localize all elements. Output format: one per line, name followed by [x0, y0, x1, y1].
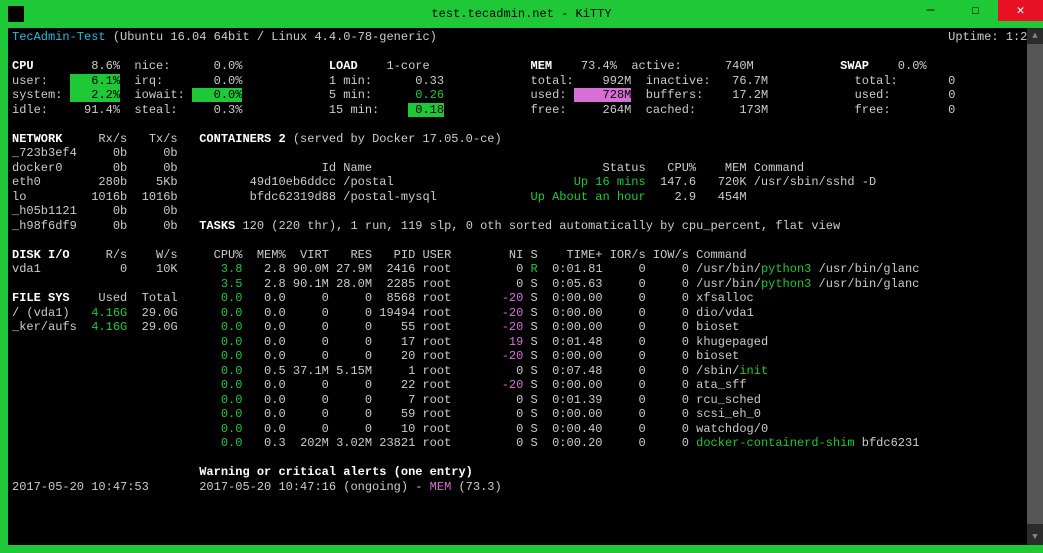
minimize-button[interactable]: ─	[908, 0, 953, 21]
app-icon	[8, 6, 24, 22]
close-button[interactable]: ✕	[998, 0, 1043, 21]
terminal-output[interactable]: TecAdmin-Test (Ubuntu 16.04 64bit / Linu…	[8, 28, 1035, 545]
scroll-up-icon[interactable]: ▲	[1027, 28, 1043, 44]
window-controls: ─ ☐ ✕	[908, 0, 1043, 21]
scrollbar[interactable]: ▲ ▼	[1027, 28, 1043, 545]
window-title: test.tecadmin.net - KiTTY	[431, 7, 611, 21]
scroll-thumb[interactable]	[1027, 44, 1043, 524]
titlebar: test.tecadmin.net - KiTTY ─ ☐ ✕	[0, 0, 1043, 28]
maximize-button[interactable]: ☐	[953, 0, 998, 21]
scroll-down-icon[interactable]: ▼	[1027, 529, 1043, 545]
